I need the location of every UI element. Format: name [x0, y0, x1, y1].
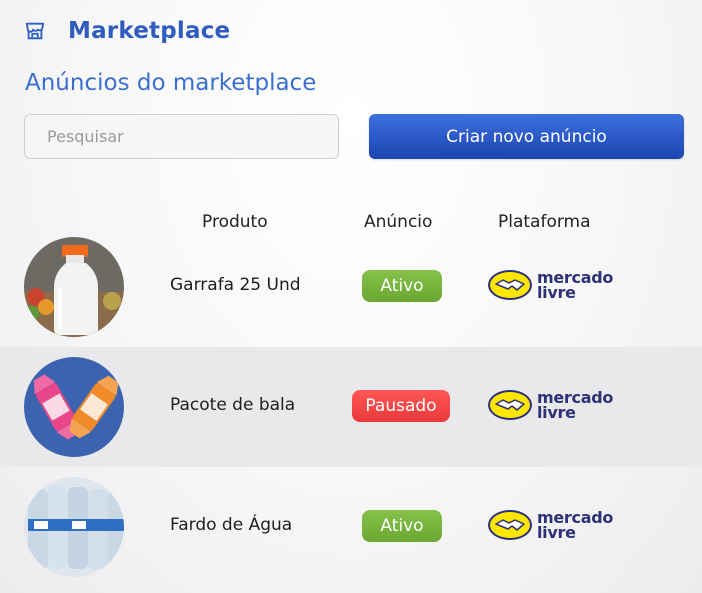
table-row[interactable]: Pacote de bala Pausado mercado livre	[0, 347, 702, 467]
handshake-icon	[488, 510, 532, 540]
mercado-livre-logo: mercado livre	[487, 269, 613, 301]
platform-name: mercado livre	[537, 508, 614, 542]
water-bottles-photo	[24, 477, 124, 577]
table-row[interactable]: Fardo de Água Ativo mercado livre	[0, 467, 702, 587]
status-badge[interactable]: Pausado	[352, 390, 450, 422]
milk-bottle-photo	[24, 237, 124, 337]
handshake-icon	[488, 390, 532, 420]
product-name: Pacote de bala	[170, 395, 296, 415]
section-title: Anúncios do marketplace	[25, 70, 317, 96]
mercado-livre-logo: mercado livre	[487, 509, 613, 541]
status-badge[interactable]: Ativo	[362, 510, 442, 542]
create-ad-button[interactable]: Criar novo anúncio	[369, 114, 684, 159]
product-name: Fardo de Água	[170, 515, 293, 535]
mercado-livre-logo: mercado livre	[487, 389, 613, 421]
store-icon	[25, 22, 45, 40]
platform-name: mercado livre	[537, 268, 614, 302]
search-input[interactable]	[24, 114, 339, 159]
candy-photo	[24, 357, 124, 457]
product-name: Garrafa 25 Und	[170, 275, 301, 295]
page-title: Marketplace	[68, 18, 231, 44]
platform-name: mercado livre	[537, 388, 614, 422]
page-header: Marketplace	[24, 18, 230, 44]
status-badge[interactable]: Ativo	[362, 270, 442, 302]
handshake-icon	[488, 270, 532, 300]
table-row[interactable]: Garrafa 25 Und Ativo mercado livre	[0, 227, 702, 347]
